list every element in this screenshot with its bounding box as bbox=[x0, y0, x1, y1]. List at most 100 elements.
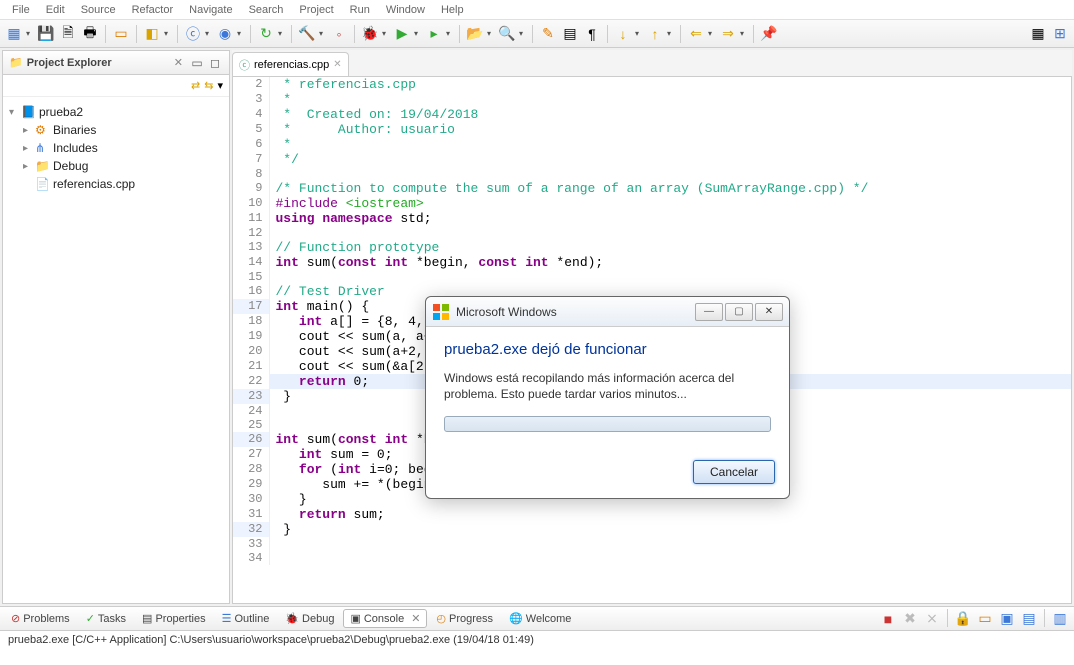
menu-run[interactable]: Run bbox=[342, 2, 378, 18]
menu-help[interactable]: Help bbox=[433, 2, 472, 18]
next-ann-dropdown[interactable]: ▾ bbox=[635, 29, 643, 38]
refresh-dropdown[interactable]: ▾ bbox=[278, 29, 286, 38]
perspective-icon[interactable]: ▦ bbox=[1028, 24, 1048, 44]
code-token: main() { bbox=[307, 299, 369, 314]
minimize-button[interactable]: — bbox=[695, 303, 723, 321]
package-dropdown[interactable]: ▾ bbox=[164, 29, 172, 38]
print-icon[interactable]: 🖶 bbox=[80, 24, 100, 44]
next-annotation-icon[interactable]: ↓ bbox=[613, 24, 633, 44]
toggle-mark-icon[interactable]: ✎ bbox=[538, 24, 558, 44]
code-token: namespace bbox=[322, 211, 400, 226]
expand-toggle-icon[interactable]: ▸ bbox=[23, 161, 35, 172]
back-dropdown[interactable]: ▾ bbox=[708, 29, 716, 38]
tab-progress[interactable]: ◴Progress bbox=[429, 609, 500, 628]
expand-toggle-icon[interactable]: ▸ bbox=[23, 143, 35, 154]
open-type-dropdown[interactable]: ▾ bbox=[487, 29, 495, 38]
close-icon[interactable]: ✕ bbox=[411, 612, 420, 625]
project-explorer-panel: 📁 Project Explorer ✕ ▭ ◻ ⇄ ⇆ ▾ ▾ 📘 prueb… bbox=[2, 50, 230, 604]
show-whitespace-icon[interactable]: ¶ bbox=[582, 24, 602, 44]
toggle-block-icon[interactable]: ▤ bbox=[560, 24, 580, 44]
tree-node-binaries[interactable]: ▸ ⚙ Binaries bbox=[9, 121, 223, 139]
fwd-dropdown[interactable]: ▾ bbox=[740, 29, 748, 38]
package-icon[interactable]: ◧ bbox=[142, 24, 162, 44]
refresh-icon[interactable]: ↻ bbox=[256, 24, 276, 44]
menu-window[interactable]: Window bbox=[378, 2, 433, 18]
target-dropdown[interactable]: ▾ bbox=[237, 29, 245, 38]
tab-console[interactable]: ▣Console✕ bbox=[343, 609, 427, 628]
cancel-button[interactable]: Cancelar bbox=[693, 460, 775, 484]
terminate-icon[interactable]: ■ bbox=[878, 609, 898, 629]
prev-ann-dropdown[interactable]: ▾ bbox=[667, 29, 675, 38]
open-perspective-icon[interactable]: ⊞ bbox=[1050, 24, 1070, 44]
c-dropdown[interactable]: ▾ bbox=[205, 29, 213, 38]
tab-debug[interactable]: 🐞Debug bbox=[278, 609, 341, 628]
pin-console-icon[interactable]: ▤ bbox=[1019, 609, 1039, 629]
code-token: 0; bbox=[354, 374, 370, 389]
open-type-icon[interactable]: 📂 bbox=[465, 24, 485, 44]
menu-navigate[interactable]: Navigate bbox=[181, 2, 240, 18]
display-selected-icon[interactable]: ▣ bbox=[997, 609, 1017, 629]
tab-problems[interactable]: ⊘Problems bbox=[4, 609, 77, 628]
menu-file[interactable]: File bbox=[4, 2, 38, 18]
minimize-icon[interactable]: ▭ bbox=[189, 55, 205, 71]
menu-edit[interactable]: Edit bbox=[38, 2, 73, 18]
tab-tasks[interactable]: ✓Tasks bbox=[79, 609, 133, 628]
tab-properties[interactable]: ▤Properties bbox=[135, 609, 213, 628]
target-icon[interactable]: ◉ bbox=[215, 24, 235, 44]
save-icon[interactable]: 💾 bbox=[36, 24, 56, 44]
tree-node-file[interactable]: 📄 referencias.cpp bbox=[9, 175, 223, 193]
code-token bbox=[276, 507, 299, 522]
debug-icon[interactable]: 🐞 bbox=[360, 24, 380, 44]
remove-all-icon[interactable]: ⨯ bbox=[922, 609, 942, 629]
forward-icon[interactable]: ⇒ bbox=[718, 24, 738, 44]
code-token: int bbox=[385, 432, 416, 447]
close-icon[interactable]: ✕ bbox=[333, 59, 341, 70]
run-dropdown[interactable]: ▾ bbox=[414, 29, 422, 38]
hammer-icon[interactable]: 🔨 bbox=[297, 24, 317, 44]
expand-toggle-icon[interactable]: ▾ bbox=[9, 107, 21, 118]
collapse-all-icon[interactable]: ⇄ bbox=[191, 79, 200, 92]
expand-toggle-icon[interactable]: ▸ bbox=[23, 125, 35, 136]
project-icon: 📘 bbox=[21, 105, 37, 119]
remove-launch-icon[interactable]: ✖ bbox=[900, 609, 920, 629]
maximize-button[interactable]: ▢ bbox=[725, 303, 753, 321]
c-icon[interactable]: ⓒ bbox=[183, 24, 203, 44]
run-last-icon[interactable]: ▸ bbox=[424, 24, 444, 44]
new-icon[interactable]: ▦ bbox=[4, 24, 24, 44]
search-dropdown[interactable]: ▾ bbox=[519, 29, 527, 38]
editor-tab[interactable]: ⓒ referencias.cpp ✕ bbox=[232, 52, 349, 76]
view-close-x[interactable]: ✕ bbox=[174, 56, 183, 69]
tree-node-debug[interactable]: ▸ 📁 Debug bbox=[9, 157, 223, 175]
pin-icon[interactable]: 📌 bbox=[759, 24, 779, 44]
dialog-title: Microsoft Windows bbox=[456, 305, 695, 319]
menu-search[interactable]: Search bbox=[241, 2, 292, 18]
view-menu-icon[interactable]: ▾ bbox=[217, 79, 223, 92]
save-all-icon[interactable]: 🗎 bbox=[58, 24, 78, 44]
debug-dropdown[interactable]: ▾ bbox=[382, 29, 390, 38]
tab-welcome[interactable]: 🌐Welcome bbox=[502, 609, 578, 628]
close-button[interactable]: ✕ bbox=[755, 303, 783, 321]
open-console-icon[interactable]: ▥ bbox=[1050, 609, 1070, 629]
run-icon[interactable]: ▶ bbox=[392, 24, 412, 44]
search-icon[interactable]: 🔍 bbox=[497, 24, 517, 44]
tab-outline[interactable]: ☰Outline bbox=[215, 609, 277, 628]
run-last-dropdown[interactable]: ▾ bbox=[446, 29, 454, 38]
maximize-icon[interactable]: ◻ bbox=[207, 55, 223, 71]
dialog-titlebar[interactable]: Microsoft Windows — ▢ ✕ bbox=[426, 297, 789, 327]
menu-source[interactable]: Source bbox=[73, 2, 124, 18]
hammer-dropdown[interactable]: ▾ bbox=[319, 29, 327, 38]
link-editor-icon[interactable]: ⇆ bbox=[204, 79, 213, 92]
menu-project[interactable]: Project bbox=[291, 2, 341, 18]
clear-console-icon[interactable]: ▭ bbox=[975, 609, 995, 629]
tree-project-root[interactable]: ▾ 📘 prueba2 bbox=[9, 103, 223, 121]
prev-annotation-icon[interactable]: ↑ bbox=[645, 24, 665, 44]
menu-refactor[interactable]: Refactor bbox=[124, 2, 182, 18]
console-output[interactable]: prueba2.exe [C/C++ Application] C:\Users… bbox=[0, 631, 1074, 665]
scroll-lock-icon[interactable]: 🔒 bbox=[953, 609, 973, 629]
tree-node-includes[interactable]: ▸ ⋔ Includes bbox=[9, 139, 223, 157]
back-icon[interactable]: ⇐ bbox=[686, 24, 706, 44]
dialog-heading: prueba2.exe dejó de funcionar bbox=[444, 341, 771, 358]
stop-icon[interactable]: ◦ bbox=[329, 24, 349, 44]
new-dropdown[interactable]: ▾ bbox=[26, 29, 34, 38]
build-icon[interactable]: ▭ bbox=[111, 24, 131, 44]
